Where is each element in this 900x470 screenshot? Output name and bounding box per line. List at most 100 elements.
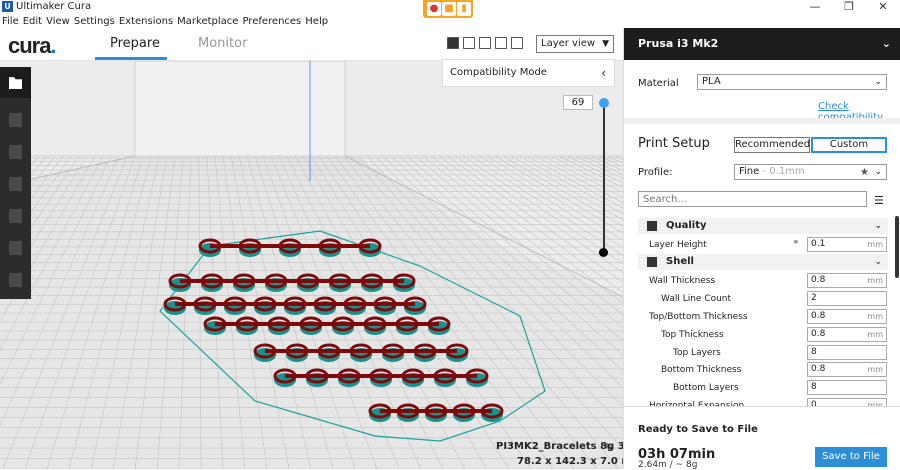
- menu-view[interactable]: View: [46, 15, 70, 29]
- scale-icon: [9, 145, 22, 159]
- menu-preferences[interactable]: Preferences: [242, 15, 301, 29]
- setting-label: Wall Line Count: [661, 294, 732, 304]
- layer-number-field[interactable]: 69: [563, 95, 593, 110]
- window-title: Ultimaker Cura: [16, 1, 92, 12]
- category-shell-label: Shell: [666, 256, 694, 267]
- top-thickness-input[interactable]: 0.8 mm: [807, 327, 887, 342]
- quality-icon: [647, 221, 657, 231]
- cura-app-icon: U: [2, 1, 13, 12]
- top-bottom-thickness-input[interactable]: 0.8 mm: [807, 309, 887, 324]
- minimize-button[interactable]: —: [798, 0, 832, 14]
- print-setup-title: Print Setup: [638, 136, 710, 151]
- per-model-settings-button[interactable]: [0, 233, 31, 264]
- setting-label: Top Thickness: [661, 330, 724, 340]
- setting-value: 8: [811, 347, 817, 357]
- setting-label: Bottom Thickness: [661, 365, 742, 375]
- setting-unit: mm: [867, 240, 883, 249]
- profile-layer-height: - 0.1mm: [762, 166, 805, 177]
- compatibility-mode-panel[interactable]: Compatibility Mode ‹: [442, 59, 615, 87]
- compatibility-mode-label: Compatibility Mode: [450, 67, 547, 78]
- top-layers-input[interactable]: 8: [807, 345, 887, 360]
- chevron-left-icon: ‹: [601, 66, 606, 80]
- folder-icon: [9, 77, 22, 89]
- support-blocker-icon: [9, 273, 22, 287]
- tab-prepare[interactable]: Prepare: [110, 36, 160, 52]
- support-blocker-button[interactable]: [0, 265, 31, 296]
- top-view-icon[interactable]: [479, 37, 491, 49]
- recommended-mode-button[interactable]: Recommended: [734, 137, 810, 153]
- custom-mode-button[interactable]: Custom: [811, 137, 887, 153]
- layer-height-input[interactable]: 0.1 mm: [807, 237, 887, 252]
- close-button[interactable]: ✕: [866, 0, 900, 14]
- setting-value: 8: [811, 382, 817, 392]
- settings-scrollbar[interactable]: [895, 216, 899, 278]
- category-quality-label: Quality: [666, 220, 707, 231]
- menu-bar: File Edit View Settings Extensions Marketplac…: [0, 14, 620, 28]
- profile-value: Fine: [739, 166, 760, 177]
- left-toolbar: [0, 67, 31, 299]
- setting-value: 0.8: [811, 275, 826, 285]
- menu-settings[interactable]: Settings: [74, 15, 115, 29]
- link-icon[interactable]: ⚭: [792, 238, 800, 248]
- left-view-icon[interactable]: [495, 37, 507, 49]
- build-plate-viewport[interactable]: [0, 61, 623, 469]
- build-plate-scene: [0, 61, 623, 469]
- logo-dot: .: [50, 33, 56, 58]
- chevron-down-icon: ⌄: [874, 221, 882, 231]
- front-view-icon[interactable]: [463, 37, 475, 49]
- shell-icon: [647, 257, 657, 267]
- open-file-button[interactable]: [0, 67, 31, 98]
- setting-label: Top Layers: [673, 348, 721, 358]
- scale-tool-button[interactable]: [0, 137, 31, 168]
- category-shell[interactable]: Shell ⌄: [638, 254, 888, 270]
- printer-selector[interactable]: Prusa i3 Mk2 ⌄: [624, 28, 900, 60]
- setting-value: 0.1: [811, 239, 826, 249]
- view-type-select[interactable]: Layer view ▼: [536, 35, 614, 53]
- wall-thickness-input[interactable]: 0.8 mm: [807, 273, 887, 288]
- chevron-down-icon: ⌄: [874, 167, 882, 177]
- menu-file[interactable]: File: [2, 15, 19, 29]
- profile-label: Profile:: [638, 167, 673, 178]
- 3d-view-icon[interactable]: [447, 37, 459, 49]
- restore-button[interactable]: ❐: [832, 0, 866, 14]
- save-to-file-button[interactable]: Save to File: [815, 447, 887, 467]
- menu-edit[interactable]: Edit: [23, 15, 42, 29]
- stage-bar: cura. Prepare Monitor Layer view ▼: [0, 28, 623, 61]
- layer-slider-lower-handle[interactable]: [599, 248, 608, 257]
- camera-view-buttons: [447, 37, 527, 52]
- menu-icon[interactable]: ☰: [874, 194, 884, 207]
- menu-extensions[interactable]: Extensions: [119, 15, 173, 29]
- pencil-icon[interactable]: ✎: [604, 441, 613, 454]
- settings-search-input[interactable]: [638, 191, 867, 207]
- setting-label: Top/Bottom Thickness: [649, 312, 748, 322]
- chevron-down-icon: ⌄: [874, 77, 882, 87]
- mirror-tool-button[interactable]: [0, 201, 31, 232]
- right-view-icon[interactable]: [511, 37, 523, 49]
- wall-line-count-input[interactable]: 2: [807, 291, 887, 306]
- material-select[interactable]: PLA ⌄: [697, 74, 887, 90]
- category-quality[interactable]: Quality ⌄: [638, 218, 888, 234]
- tab-monitor[interactable]: Monitor: [198, 36, 247, 52]
- settings-sidebar: Prusa i3 Mk2⌄ Material PLA⌄ Check compat…: [623, 28, 900, 470]
- setting-label: Bottom Layers: [673, 383, 739, 393]
- layer-slider-upper-handle[interactable]: [599, 98, 609, 108]
- setting-value: 0.8: [811, 311, 826, 321]
- star-icon[interactable]: ★: [860, 167, 869, 178]
- bottom-thickness-input[interactable]: 0.8 mm: [807, 362, 887, 377]
- material-label: Material: [638, 78, 679, 89]
- material-value: PLA: [702, 76, 721, 87]
- printer-name: Prusa i3 Mk2: [638, 37, 719, 50]
- logo-text: cura: [8, 33, 51, 58]
- bottom-layers-input[interactable]: 8: [807, 380, 887, 395]
- setting-unit: mm: [867, 365, 883, 374]
- rotate-tool-button[interactable]: [0, 169, 31, 200]
- setting-value: 2: [811, 293, 817, 303]
- setting-unit: mm: [867, 312, 883, 321]
- menu-help[interactable]: Help: [305, 15, 328, 29]
- mirror-icon: [9, 209, 22, 223]
- setting-unit: mm: [867, 276, 883, 285]
- menu-marketplace[interactable]: Marketplace: [177, 15, 238, 29]
- move-tool-button[interactable]: [0, 105, 31, 136]
- layer-slider-track[interactable]: [603, 103, 605, 253]
- active-tab-indicator: [95, 57, 167, 60]
